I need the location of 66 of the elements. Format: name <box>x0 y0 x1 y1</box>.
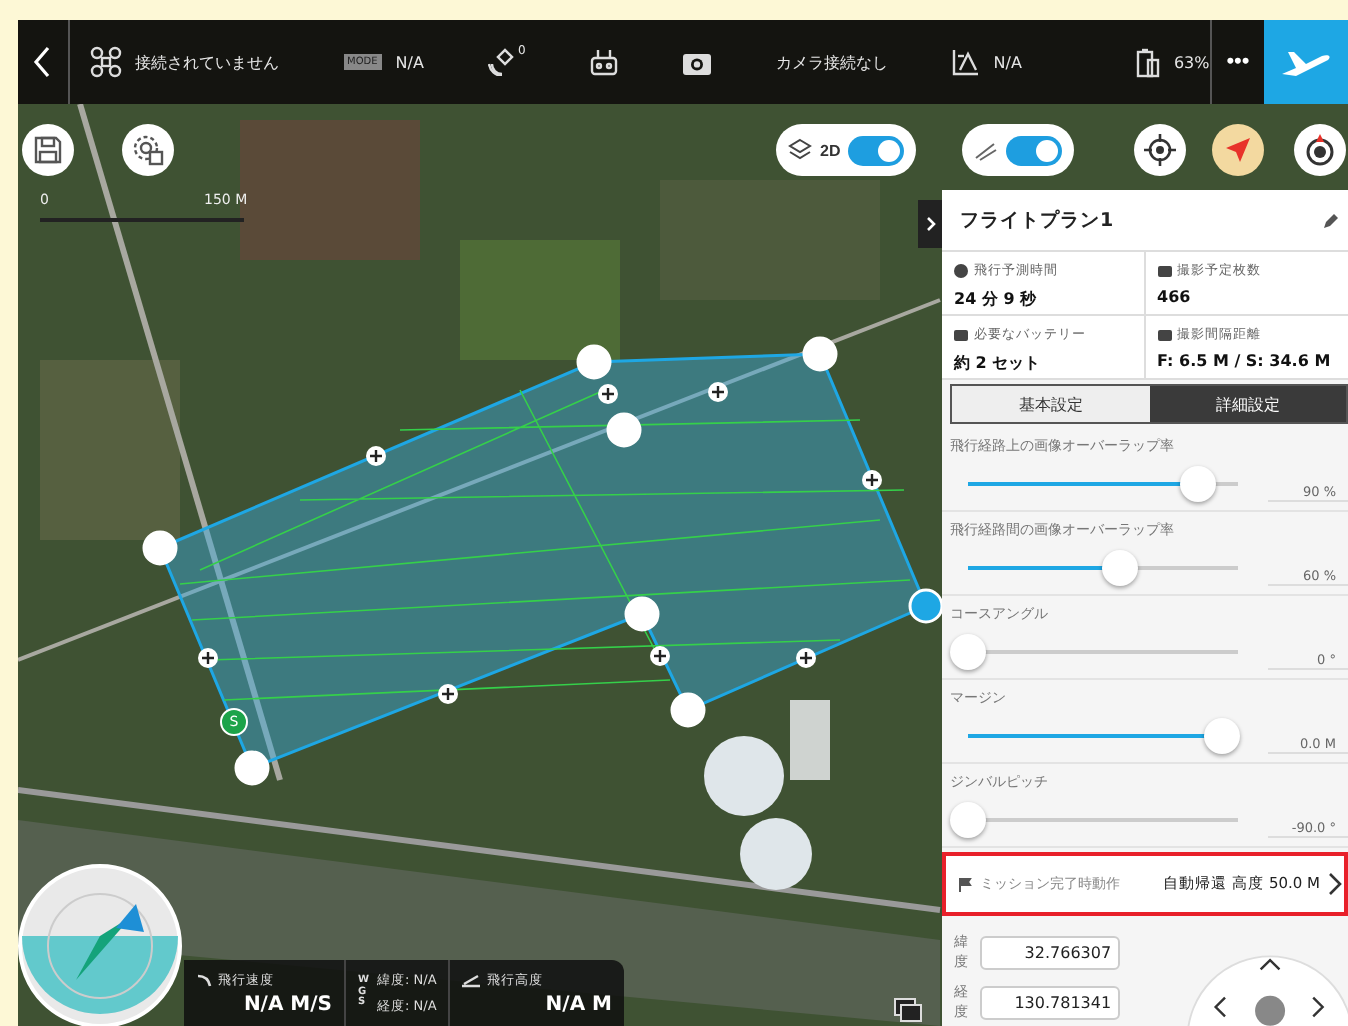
view-mode-toggle[interactable]: 2D <box>776 124 917 176</box>
plan-title: フライトプラン1 <box>960 207 1114 233</box>
back-icon <box>32 46 53 78</box>
camera-status: カメラ接続なし <box>775 51 888 73</box>
slider-thumb[interactable] <box>950 633 986 669</box>
toggle-switch[interactable] <box>1006 135 1062 165</box>
stat-value: F: 6.5 M / S: 34.6 M <box>1157 352 1333 370</box>
flight-mode: N/A <box>395 53 424 71</box>
waypoint-marker[interactable] <box>670 692 706 728</box>
stat-value: 約 2 セット <box>954 352 1043 374</box>
altitude-icon <box>951 48 980 76</box>
view-mode-label: 2D <box>820 141 841 159</box>
flag-icon <box>958 877 972 891</box>
route-icon <box>974 138 998 162</box>
photo-icon <box>1157 264 1171 278</box>
camera-icon <box>681 49 712 75</box>
slider-thumb[interactable] <box>1101 549 1138 585</box>
slider-thumb[interactable] <box>1179 465 1216 501</box>
chevron-right-icon <box>1328 872 1344 896</box>
slider-thumb[interactable] <box>950 801 986 837</box>
map-layers-icon[interactable] <box>894 998 922 1022</box>
coordinate-field[interactable]: 32.766307 <box>979 935 1120 969</box>
waypoint-marker[interactable] <box>576 344 612 380</box>
waypoint-marker[interactable] <box>142 530 178 566</box>
speed-icon <box>196 972 212 988</box>
altitude-limit: N/A <box>993 53 1022 71</box>
add-point-icon[interactable] <box>198 648 218 668</box>
navigation-arrow-icon <box>1224 136 1252 164</box>
compass-icon <box>1304 134 1336 166</box>
waypoint-marker[interactable] <box>606 412 642 448</box>
add-point-icon[interactable] <box>862 470 882 490</box>
battery-level: 63% <box>1173 53 1210 71</box>
more-button[interactable]: ••• <box>1211 20 1265 104</box>
altitude-value: N/A M <box>543 993 612 1015</box>
remote-controller-icon <box>589 48 618 76</box>
toggle-switch[interactable] <box>848 135 905 165</box>
aircraft-status: 接続されていません <box>135 51 280 73</box>
crosshair-icon <box>1144 134 1176 166</box>
add-point-icon[interactable] <box>366 446 386 466</box>
add-point-icon[interactable] <box>796 648 816 668</box>
slider-thumb[interactable] <box>1203 717 1240 753</box>
settings-icon <box>132 134 164 166</box>
add-point-icon[interactable] <box>598 384 618 404</box>
speed-value: N/A M/S <box>241 993 332 1015</box>
add-point-icon[interactable] <box>438 684 458 704</box>
pencil-icon[interactable] <box>1322 211 1340 229</box>
settings-tab[interactable]: 詳細設定 <box>1149 386 1346 422</box>
waypoint-marker[interactable] <box>802 336 838 372</box>
satellite-icon <box>487 48 516 76</box>
stat-value: 466 <box>1157 288 1193 306</box>
add-point-icon[interactable] <box>708 382 728 402</box>
clock-icon <box>954 264 968 278</box>
chevron-right-icon <box>925 216 935 232</box>
stat-value: 24 分 9 秒 <box>954 288 1039 310</box>
route-toggle[interactable] <box>962 124 1074 176</box>
waypoint-marker[interactable] <box>234 750 270 786</box>
collapse-panel-button[interactable] <box>918 200 942 248</box>
coordinate-field[interactable]: 130.781341 <box>979 985 1120 1019</box>
add-point-icon[interactable] <box>650 646 670 666</box>
waypoint-marker[interactable] <box>624 596 660 632</box>
fly-button[interactable] <box>1264 20 1348 104</box>
altitude-icon <box>462 973 481 987</box>
layers-icon <box>788 138 812 162</box>
photo-icon <box>1157 328 1171 342</box>
settings-tab[interactable]: 基本設定 <box>952 386 1149 422</box>
drone-icon <box>89 46 122 78</box>
